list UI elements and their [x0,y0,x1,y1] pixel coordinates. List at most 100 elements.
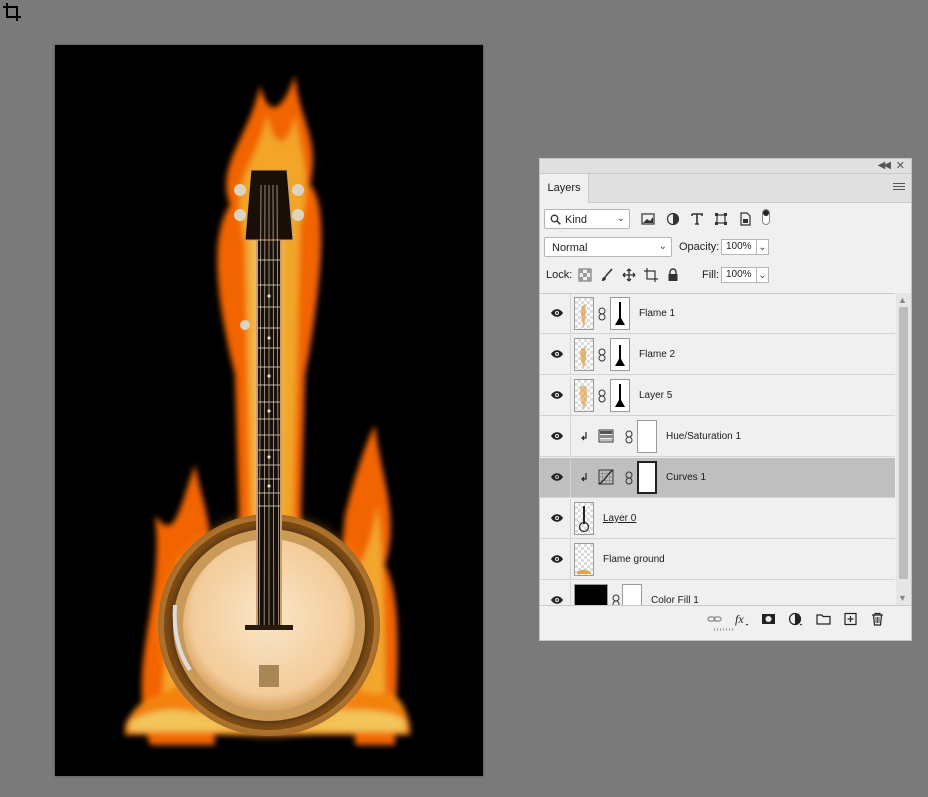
layer-thumbnail[interactable] [574,338,594,371]
chevron-down-icon: ⌄ [658,241,667,252]
layer-mask-thumbnail[interactable] [610,379,630,412]
layer-mask-thumbnail[interactable] [622,584,642,606]
panel-tabbar: Layers [540,174,911,203]
chain-link-icon[interactable] [598,307,606,321]
scroll-up-icon[interactable]: ▲ [898,295,907,305]
visibility-eye-icon[interactable] [550,554,564,564]
filter-toggle-icon[interactable] [762,209,770,225]
filter-pixel-icon[interactable] [641,212,655,226]
eye-column-divider [570,294,571,334]
layer-row[interactable]: Layer 5 [540,376,895,416]
banjo-artwork [125,75,410,745]
layer-name: Flame ground [603,554,665,565]
filter-smart-object-icon[interactable] [738,212,752,226]
visibility-eye-icon[interactable] [550,349,564,359]
lock-label: Lock: [546,269,573,281]
filter-type-icon[interactable] [690,212,704,226]
eye-column-divider [570,540,571,580]
filter-kind-label: Kind [565,214,588,226]
visibility-eye-icon[interactable] [550,308,564,318]
layer-thumbnail[interactable] [574,543,594,576]
layer-name: Flame 2 [639,349,676,360]
scroll-down-icon[interactable]: ▼ [898,593,907,603]
chevron-down-icon: ⌄ [616,213,625,224]
layer-row[interactable]: Curves 1 [540,458,895,498]
document-canvas[interactable] [55,45,483,776]
add-mask-icon[interactable] [761,612,776,626]
layer-mask-thumbnail[interactable] [637,420,657,453]
lock-position-icon[interactable] [622,268,636,282]
filter-shape-icon[interactable] [714,212,728,226]
close-panel-icon[interactable]: ✕ [896,159,905,172]
layer-name: Layer 0 [603,513,637,524]
eye-column-divider [570,458,571,498]
curves-icon[interactable] [598,469,614,485]
layers-scrollbar[interactable]: ▲ ▼ [896,293,911,605]
chain-link-icon[interactable] [625,430,633,444]
clipping-arrow-icon [581,432,587,441]
opacity-chevron-icon[interactable]: ⌄ [757,239,769,255]
layer-row[interactable]: Color Fill 1 [540,581,895,606]
fill-label: Fill: [702,269,720,281]
filter-row: Kind ⌄ [544,209,904,231]
layer-name: Flame 1 [639,308,676,319]
visibility-eye-icon[interactable] [550,513,564,523]
layer-row[interactable]: Layer 0 [540,499,895,539]
visibility-eye-icon[interactable] [550,595,564,605]
layer-thumbnail[interactable] [574,297,594,330]
visibility-eye-icon[interactable] [550,431,564,441]
tab-layers[interactable]: Layers [540,174,589,203]
layer-name: Hue/Saturation 1 [666,431,742,442]
layers-panel: ◀◀ ✕ Layers Kind ⌄ Normal ⌄ Opacity: 100… [539,158,912,641]
lock-image-pixels-icon[interactable] [600,268,614,282]
fill-color-thumbnail[interactable] [574,584,608,606]
layer-style-fx-icon[interactable]: fx [734,612,749,626]
lock-transparent-pixels-icon[interactable] [578,268,592,282]
layer-row[interactable]: Flame ground [540,540,895,580]
blend-mode-select[interactable]: Normal ⌄ [544,237,672,257]
fill-field[interactable]: 100% [721,267,757,283]
panel-titlebar: ◀◀ ✕ [540,159,911,174]
eye-column-divider [570,335,571,375]
collapse-panel-icon[interactable]: ◀◀ [878,160,891,171]
opacity-field[interactable]: 100% [721,239,757,255]
layer-row[interactable]: Flame 1 [540,294,895,334]
chain-link-icon[interactable] [598,348,606,362]
blend-row: Normal ⌄ Opacity: 100% ⌄ [544,237,904,259]
eye-column-divider [570,376,571,416]
filter-adjustment-icon[interactable] [666,212,680,226]
lock-all-icon[interactable] [666,268,680,282]
layers-footer: fx [540,605,911,632]
scroll-thumb[interactable] [899,307,908,579]
new-layer-icon[interactable] [843,612,858,626]
panel-menu-icon[interactable] [893,183,905,193]
layer-mask-thumbnail[interactable] [637,461,657,494]
fill-chevron-icon[interactable]: ⌄ [757,267,769,283]
layer-name: Curves 1 [666,472,707,483]
visibility-eye-icon[interactable] [550,472,564,482]
eye-column-divider [570,581,571,606]
eye-column-divider [570,499,571,539]
visibility-eye-icon[interactable] [550,390,564,400]
layer-mask-thumbnail[interactable] [610,338,630,371]
panel-resize-grip[interactable] [714,628,734,631]
chain-link-icon[interactable] [598,389,606,403]
filter-kind-select[interactable]: Kind ⌄ [544,209,630,229]
layer-thumbnail[interactable] [574,502,594,535]
clipping-arrow-icon [581,473,587,482]
svg-text:fx: fx [735,612,744,626]
layer-row[interactable]: Flame 2 [540,335,895,375]
layer-mask-thumbnail[interactable] [610,297,630,330]
layer-row[interactable]: Hue/Saturation 1 [540,417,895,457]
lock-artboard-icon[interactable] [644,268,658,282]
lock-row: Lock: Fill: 100% ⌄ [544,265,904,287]
chain-link-icon[interactable] [625,471,633,485]
hue-saturation-icon[interactable] [598,428,614,444]
layer-thumbnail[interactable] [574,379,594,412]
new-adjustment-layer-icon[interactable] [788,612,803,626]
layers-list: Flame 1 Flame 2 Layer 5 Hue/Saturation 1… [540,293,895,606]
delete-layer-trash-icon[interactable] [870,612,885,626]
link-layers-icon[interactable] [707,612,722,626]
search-icon [550,214,561,225]
new-group-folder-icon[interactable] [816,612,831,626]
